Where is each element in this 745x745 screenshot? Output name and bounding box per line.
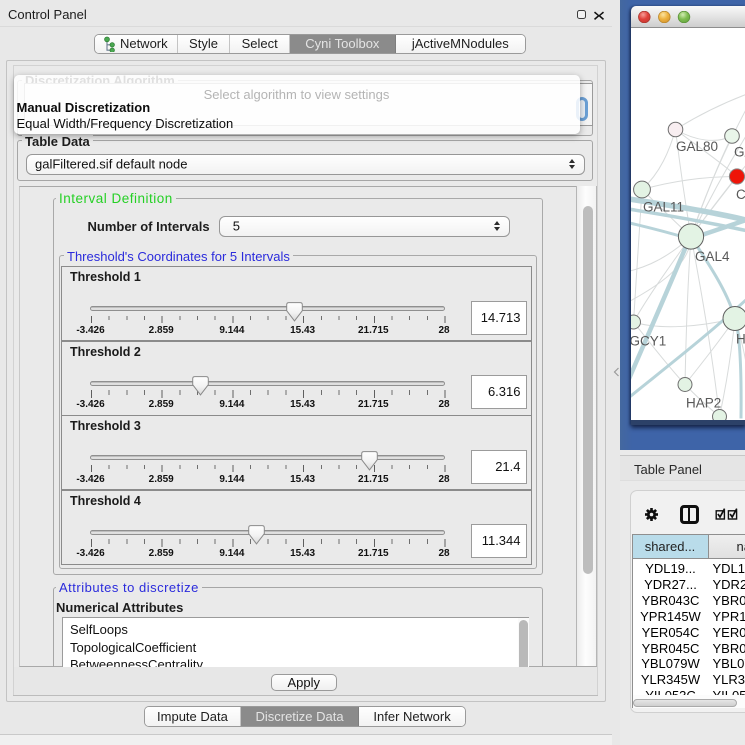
svg-text:HI: HI xyxy=(736,331,745,346)
svg-text:GAL4: GAL4 xyxy=(695,249,730,264)
svg-text:GAL11: GAL11 xyxy=(643,199,684,214)
svg-text:CD: CD xyxy=(736,187,745,202)
svg-text:GA: GA xyxy=(734,144,745,159)
svg-text:GAL80: GAL80 xyxy=(676,139,718,154)
svg-text:HAP2: HAP2 xyxy=(686,395,721,410)
svg-text:GCY1: GCY1 xyxy=(631,333,666,348)
